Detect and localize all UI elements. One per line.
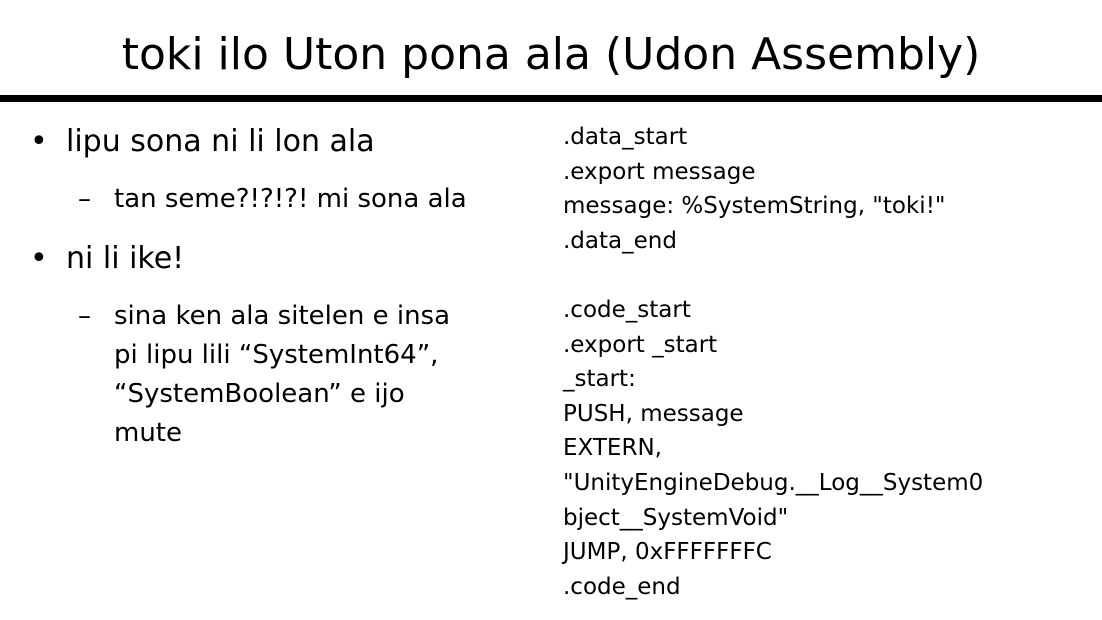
bullet-item: • ni li ike! [30, 239, 540, 279]
dash-icon: – [78, 301, 91, 331]
code-line: .code_start [563, 296, 691, 323]
slide-title: toki ilo Uton pona ala (Udon Assembly) [121, 29, 981, 80]
sub-bullet-item: – sina ken ala sitelen e insa pi lipu li… [30, 297, 474, 453]
code-line: EXTERN, [563, 435, 662, 462]
sub-bullet-item: – tan seme?!?!?! mi sona ala [30, 180, 540, 219]
code-line: "UnityEngineDebug.__Log__System0 [563, 469, 984, 496]
bullet-item: • lipu sona ni li lon ala [30, 122, 540, 162]
code-line: bject__SystemVoid" [563, 504, 789, 531]
code-line: .data_start [563, 124, 688, 150]
bullet-text: lipu sona ni li lon ala [66, 124, 375, 159]
sub-bullet-text: sina ken ala sitelen e insa pi lipu lili… [114, 301, 451, 448]
code-line: .export _start [563, 331, 718, 358]
code-line: _start: [563, 366, 636, 393]
code-block: .data_start .export message message: %Sy… [563, 120, 1093, 604]
code-line: .data_end [563, 227, 677, 254]
bullet-list: • lipu sona ni li lon ala – tan seme?!?!… [30, 122, 540, 453]
sub-bullet-text: tan seme?!?!?! mi sona ala [114, 184, 467, 214]
bullet-icon: • [30, 241, 48, 276]
code-line: PUSH, message [563, 400, 744, 427]
bullet-icon: • [30, 124, 48, 159]
slide: toki ilo Uton pona ala (Udon Assembly) •… [0, 0, 1102, 620]
code-line: .export message [563, 158, 756, 185]
code-line: .code_end [563, 573, 681, 600]
code-line: JUMP, 0xFFFFFFFC [563, 539, 772, 566]
bullet-text: ni li ike! [66, 241, 185, 276]
code-line: message: %SystemString, "toki!" [563, 193, 946, 220]
dash-icon: – [78, 184, 91, 214]
title-divider [0, 95, 1102, 102]
